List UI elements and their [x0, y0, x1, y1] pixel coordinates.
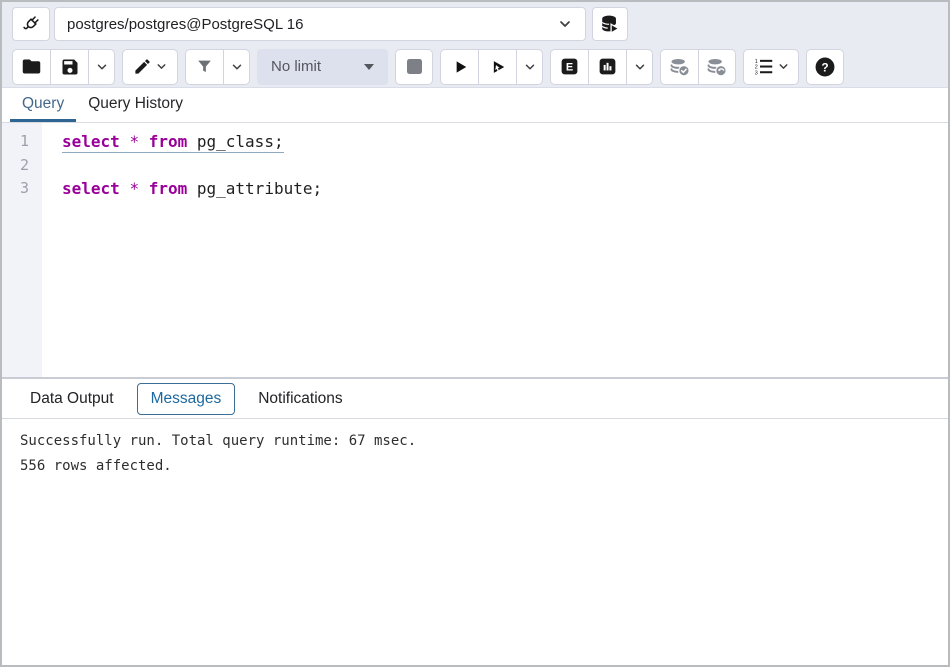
numbered-list-icon: 1 2 3: [753, 56, 774, 77]
floppy-save-icon: [60, 57, 80, 77]
connection-selector[interactable]: postgres/postgres@PostgreSQL 16: [54, 7, 586, 41]
commit-database-check-icon: [669, 56, 691, 78]
chevron-down-icon: [557, 16, 573, 32]
query-tab-bar: Query Query History: [2, 88, 948, 123]
chevron-down-icon: [230, 60, 244, 74]
macros-button-group: 1 2 3: [743, 49, 799, 85]
sql-token-plain: pg_attribute;: [187, 179, 322, 198]
filter-button-group: [185, 49, 250, 85]
svg-text:3: 3: [754, 70, 757, 76]
rollback-button[interactable]: [698, 49, 736, 85]
execute-from-cursor-button[interactable]: [478, 49, 516, 85]
stop-button-group: [395, 49, 433, 85]
chevron-down-icon: [155, 60, 168, 73]
open-file-button[interactable]: [12, 49, 50, 85]
chevron-down-icon: [777, 60, 790, 73]
sql-token-keyword: select: [62, 179, 120, 198]
stop-icon: [407, 59, 422, 74]
explain-button-group: E: [550, 49, 653, 85]
tab-notifications-label: Notifications: [258, 390, 342, 407]
executed-query-underline: select * from pg_class;: [62, 132, 284, 153]
message-line: Successfully run. Total query runtime: 6…: [20, 429, 930, 454]
sql-token-plain: [120, 132, 130, 151]
sql-token-keyword: from: [149, 179, 188, 198]
sql-token-operator: *: [129, 179, 139, 198]
execute-button-group: [440, 49, 543, 85]
query-tool-window: postgres/postgres@PostgreSQL 16: [0, 0, 950, 667]
row-limit-label: No limit: [271, 58, 321, 75]
filter-funnel-icon: [195, 57, 214, 76]
row-limit-select[interactable]: No limit: [257, 49, 388, 85]
tab-query-history[interactable]: Query History: [76, 88, 195, 122]
play-cursor-icon: [488, 57, 508, 77]
tab-query-label: Query: [22, 95, 64, 113]
editor-line[interactable]: [62, 154, 948, 178]
transaction-button-group: [660, 49, 736, 85]
query-toolbar: No limit: [2, 46, 948, 88]
pencil-icon: [133, 57, 152, 76]
macros-dropdown-button[interactable]: 1 2 3: [743, 49, 799, 85]
folder-icon: [21, 56, 42, 77]
output-tab-bar: Data Output Messages Notifications: [2, 379, 948, 419]
svg-text:E: E: [566, 62, 573, 74]
help-button[interactable]: ?: [806, 49, 844, 85]
sql-editor[interactable]: 123 select * from pg_class;select * from…: [2, 123, 948, 377]
tab-messages-label: Messages: [151, 390, 222, 407]
save-options-dropdown[interactable]: [88, 49, 115, 85]
explain-analyze-button[interactable]: [588, 49, 626, 85]
editor-gutter: 123: [2, 123, 42, 377]
tab-data-output[interactable]: Data Output: [16, 383, 128, 415]
play-icon: [450, 57, 470, 77]
plug-icon: [20, 13, 42, 35]
bar-chart-icon: [597, 56, 618, 77]
line-number: 1: [2, 130, 29, 154]
chevron-down-icon: [633, 60, 647, 74]
edit-dropdown-button[interactable]: [122, 49, 178, 85]
commit-button[interactable]: [660, 49, 698, 85]
tab-query-history-label: Query History: [88, 95, 183, 113]
tab-messages[interactable]: Messages: [137, 383, 236, 415]
connection-status-button[interactable]: [12, 7, 50, 41]
filter-options-dropdown[interactable]: [223, 49, 250, 85]
editor-code-area[interactable]: select * from pg_class;select * from pg_…: [42, 123, 948, 377]
execute-options-dropdown[interactable]: [516, 49, 543, 85]
chevron-down-icon: [523, 60, 537, 74]
file-button-group: [12, 49, 115, 85]
connection-bar: postgres/postgres@PostgreSQL 16: [2, 2, 948, 46]
edit-button-group: [122, 49, 178, 85]
tab-notifications[interactable]: Notifications: [244, 383, 356, 415]
chevron-down-icon: [95, 60, 109, 74]
help-question-icon: ?: [814, 56, 836, 78]
filter-button[interactable]: [185, 49, 223, 85]
sql-token-keyword: from: [149, 132, 188, 151]
line-number: 3: [2, 177, 29, 201]
connection-label: postgres/postgres@PostgreSQL 16: [67, 16, 303, 33]
sql-token-plain: pg_class;: [187, 132, 283, 151]
tab-query[interactable]: Query: [10, 88, 76, 122]
line-number: 2: [2, 154, 29, 178]
sql-token-plain: [139, 179, 149, 198]
database-query-icon: [599, 13, 621, 35]
help-button-group: ?: [806, 49, 844, 85]
explain-e-icon: E: [559, 56, 580, 77]
tab-data-output-label: Data Output: [30, 390, 114, 407]
save-button[interactable]: [50, 49, 88, 85]
stop-button[interactable]: [395, 49, 433, 85]
editor-line[interactable]: select * from pg_attribute;: [62, 177, 948, 201]
execute-button[interactable]: [440, 49, 478, 85]
sql-token-plain: [120, 179, 130, 198]
explain-options-dropdown[interactable]: [626, 49, 653, 85]
editor-line[interactable]: select * from pg_class;: [62, 130, 948, 154]
sql-token-operator: *: [129, 132, 139, 151]
sql-token-plain: [139, 132, 149, 151]
sql-token-keyword: select: [62, 132, 120, 151]
messages-panel: Successfully run. Total query runtime: 6…: [2, 419, 948, 665]
rollback-database-undo-icon: [706, 56, 728, 78]
new-query-tool-button[interactable]: [592, 7, 628, 41]
explain-button[interactable]: E: [550, 49, 588, 85]
svg-text:?: ?: [821, 60, 828, 74]
message-line: 556 rows affected.: [20, 454, 930, 479]
dropdown-triangle-icon: [364, 64, 374, 70]
